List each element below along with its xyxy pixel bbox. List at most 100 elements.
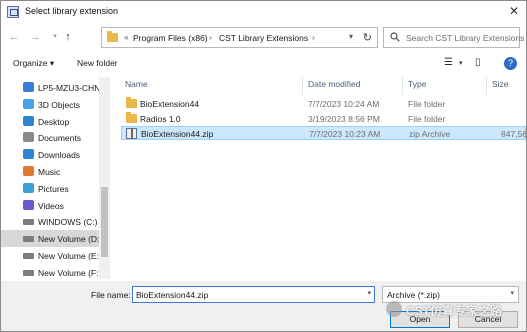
- file-type-cell: File folder: [408, 113, 446, 124]
- drive-icon: [23, 253, 34, 259]
- nav-item[interactable]: Desktop: [1, 113, 99, 130]
- file-name-cell: BioExtension44: [140, 99, 200, 109]
- column-divider[interactable]: [486, 77, 487, 95]
- nav-item[interactable]: Pictures: [1, 180, 99, 197]
- drive-icon: [23, 269, 34, 276]
- column-header-size[interactable]: Size: [492, 79, 509, 89]
- navigation-scrollbar-thumb[interactable]: [101, 187, 108, 257]
- search-icon: [390, 32, 400, 42]
- close-button[interactable]: ✕: [507, 5, 521, 19]
- watermark-logo-icon: [386, 301, 402, 317]
- nav-item-label: New Volume (E:): [38, 251, 102, 261]
- documents-icon: [23, 132, 34, 143]
- app-icon: [7, 6, 19, 18]
- file-type-cell: File folder: [408, 99, 446, 109]
- title-bar: Select library extension ✕: [1, 1, 526, 23]
- recent-locations-chevron-icon[interactable]: ▾: [48, 30, 62, 44]
- nav-item-label: Desktop: [38, 116, 70, 127]
- column-header-type[interactable]: Type: [408, 79, 426, 89]
- navigation-scrollbar[interactable]: [99, 77, 110, 279]
- watermark-text: CST仿真专家之路: [406, 304, 503, 318]
- file-type-select[interactable]: Archive (*.zip) ▾: [382, 286, 519, 303]
- nav-item-label: Documents: [38, 133, 81, 144]
- column-header-name[interactable]: Name: [125, 79, 148, 89]
- file-name-cell: Radios 1.0: [140, 113, 181, 124]
- view-options-chevron-icon[interactable]: ▾: [459, 59, 463, 67]
- downloads-icon: [23, 149, 34, 160]
- nav-item[interactable]: New Volume (E:): [1, 247, 102, 264]
- window-title: Select library extension: [25, 6, 119, 16]
- column-divider[interactable]: [302, 77, 303, 95]
- file-date-cell: 3/19/2023 8:56 PM: [308, 113, 380, 124]
- command-toolbar: Organize ▾ New folder ☰ ▾ ▯ ?: [1, 54, 526, 74]
- search-box[interactable]: Search CST Library Extensions: [383, 27, 524, 48]
- nav-item[interactable]: Downloads: [1, 146, 99, 163]
- file-date-cell: 7/7/2023 10:24 AM: [308, 99, 380, 109]
- file-name-cell: BioExtension44.zip: [141, 129, 214, 139]
- file-type-cell: zip Archive: [409, 129, 451, 139]
- breadcrumb-program-files[interactable]: Program Files (x86): [133, 33, 208, 43]
- drive-icon: [23, 236, 34, 243]
- new-folder-button[interactable]: New folder: [77, 58, 118, 68]
- nav-item-label: Videos: [38, 200, 64, 211]
- drive-icon: [23, 219, 34, 226]
- address-bar[interactable]: « Program Files (x86) › CST Library Exte…: [101, 27, 378, 48]
- nav-item[interactable]: Music: [1, 163, 99, 180]
- nav-item[interactable]: 3D Objects: [1, 96, 99, 113]
- address-row: ← → ▾ ↑ « Program Files (x86) › CST Libr…: [1, 26, 526, 50]
- file-type-dropdown-icon[interactable]: ▾: [510, 289, 514, 297]
- sort-ascending-icon: ^: [207, 77, 211, 81]
- file-name-value[interactable]: BioExtension44.zip: [136, 290, 208, 300]
- folder-icon: [107, 31, 118, 42]
- breadcrumb-separator-icon: ›: [312, 32, 315, 42]
- pictures-icon: [23, 182, 34, 193]
- folder-icon: [126, 97, 137, 108]
- nav-item[interactable]: WINDOWS (C:): [1, 213, 99, 230]
- zip-archive-icon: [126, 128, 137, 139]
- file-name-label: File name:: [91, 290, 131, 300]
- preview-pane-icon[interactable]: ▯: [475, 57, 481, 68]
- file-date-cell: 7/7/2023 10:23 AM: [309, 129, 381, 139]
- file-dialog-window: Select library extension ✕ ← → ▾ ↑ « Pro…: [0, 0, 527, 332]
- nav-item-label: WINDOWS (C:): [38, 217, 98, 228]
- 3d-objects-icon: [23, 98, 34, 109]
- nav-item-label: Music: [38, 167, 61, 177]
- back-icon[interactable]: ←: [7, 30, 21, 44]
- column-divider[interactable]: [402, 77, 403, 95]
- nav-item[interactable]: LP5-MZU3-CHN: [1, 79, 101, 96]
- column-header-date-modified[interactable]: Date modified: [308, 79, 360, 89]
- videos-icon: [23, 199, 34, 210]
- help-icon[interactable]: ?: [504, 57, 517, 70]
- breadcrumb-cst-library-extensions[interactable]: CST Library Extensions: [219, 33, 308, 43]
- file-name-input[interactable]: BioExtension44.zip ▾: [132, 286, 375, 303]
- nav-item[interactable]: Documents: [1, 129, 99, 146]
- organize-button[interactable]: Organize ▾: [13, 58, 54, 69]
- nav-item-label: 3D Objects: [38, 99, 81, 110]
- file-list: ^ Name Date modified Type Size BioExtens…: [114, 77, 526, 279]
- breadcrumb-separator-icon: ›: [209, 32, 212, 42]
- file-row[interactable]: BioExtension44.zip 7/7/2023 10:23 AM zip A…: [121, 126, 526, 140]
- folder-icon: [126, 111, 137, 123]
- file-name-dropdown-icon[interactable]: ▾: [367, 289, 371, 297]
- nav-item[interactable]: New Volume (D:: [1, 230, 100, 248]
- nav-item-label: New Volume (D:: [38, 234, 100, 245]
- nav-item-label: Downloads: [38, 150, 81, 161]
- forward-icon[interactable]: →: [28, 30, 42, 44]
- nav-item[interactable]: New Volume (F:): [1, 264, 101, 279]
- file-type-value: Archive (*.zip): [387, 290, 440, 300]
- nav-item-label: Pictures: [38, 183, 69, 194]
- up-icon[interactable]: ↑: [61, 30, 75, 44]
- file-row[interactable]: Radios 1.0 3/19/2023 8:56 PM File folder: [121, 111, 526, 126]
- desktop-icon: [23, 115, 34, 126]
- navigation-pane: LP5-MZU3-CHN 3D Objects Desktop Documents Do…: [1, 77, 111, 279]
- file-size-cell: 847,568: [501, 129, 526, 139]
- computer-icon: [23, 82, 34, 92]
- file-row[interactable]: BioExtension44 7/7/2023 10:24 AM File fold…: [121, 97, 526, 111]
- refresh-icon[interactable]: ↻: [363, 31, 372, 44]
- address-overflow-icon[interactable]: «: [124, 32, 129, 42]
- nav-item-label: LP5-MZU3-CHN: [38, 83, 101, 93]
- address-dropdown-icon[interactable]: ▾: [349, 32, 353, 41]
- music-icon: [23, 166, 34, 176]
- view-options-icon[interactable]: ☰: [444, 57, 453, 68]
- nav-item[interactable]: Videos: [1, 197, 99, 214]
